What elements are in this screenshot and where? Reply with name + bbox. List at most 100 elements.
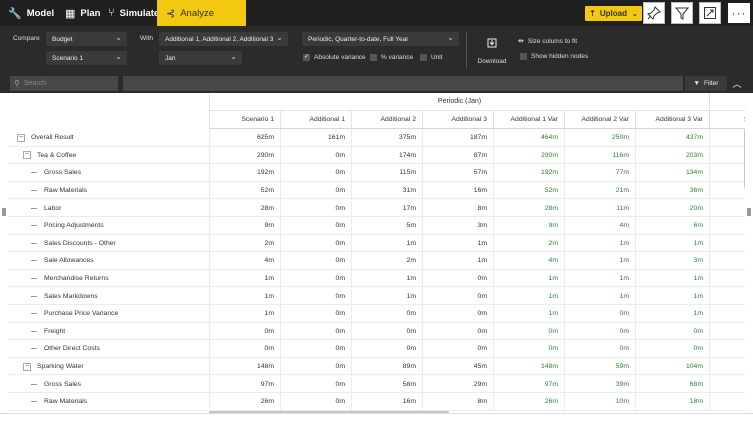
table-row[interactable]: − Sparking Water 148m 0m 89m 45m 148m 59m 104m (8, 357, 745, 376)
cell-additional-1-var[interactable]: 9m (493, 217, 564, 235)
cell-scenario-1[interactable]: 97m (209, 375, 280, 393)
cell-additional-2[interactable]: 31m (351, 181, 422, 200)
cell-additional-2[interactable]: 2m (351, 252, 422, 270)
nav-plan[interactable]: ▦ Plan (65, 0, 100, 26)
cell-scenario-next[interactable] (709, 199, 745, 217)
cell-scenario-next[interactable] (709, 129, 745, 147)
cell-additional-1[interactable]: 0m (280, 217, 351, 235)
cell-scenario-next[interactable] (709, 375, 745, 393)
cell-additional-3[interactable]: 187m (422, 129, 493, 147)
cell-scenario-1[interactable]: 26m (209, 393, 280, 411)
column-header-additional-2[interactable]: Additional 2 (351, 111, 422, 129)
cell-additional-3-var[interactable]: 20m (635, 199, 709, 217)
cell-scenario-1[interactable]: 4m (209, 252, 280, 270)
column-header-additional-1-var[interactable]: Additional 1 Var (493, 111, 564, 129)
focus-mode-button[interactable] (699, 2, 721, 24)
cell-additional-2-var[interactable]: 1m (564, 287, 635, 305)
cell-additional-3-var[interactable]: 203m (635, 146, 709, 165)
table-row[interactable]: Freight 0m 0m 0m 0m 0m 0m 0m (8, 322, 745, 341)
cell-additional-3[interactable]: 0m (422, 269, 493, 288)
cell-scenario-1[interactable]: 9m (209, 217, 280, 235)
collapse-toggle-icon[interactable]: − (17, 133, 25, 142)
cell-additional-3[interactable]: 29m (422, 375, 493, 393)
cell-additional-1-var[interactable]: 0m (493, 322, 564, 341)
cell-additional-1-var[interactable]: 290m (493, 146, 564, 165)
upload-button[interactable]: ⇡ Upload ⌄ (585, 6, 642, 21)
cell-additional-1-var[interactable]: 1m (493, 305, 564, 323)
cell-scenario-next[interactable] (709, 146, 745, 165)
cell-additional-2-var[interactable]: 11m (564, 199, 635, 217)
cell-additional-2[interactable]: 174m (351, 146, 422, 165)
cell-additional-1[interactable]: 0m (280, 269, 351, 288)
cell-additional-2[interactable]: 1m (351, 269, 422, 288)
cell-additional-1-var[interactable]: 192m (493, 164, 564, 182)
cell-additional-2-var[interactable]: 0m (564, 340, 635, 358)
cell-scenario-1[interactable]: 148m (209, 357, 280, 376)
cell-additional-2-var[interactable]: 1m (564, 269, 635, 288)
with-select[interactable]: Additional 1, Additional 2, Additional 3… (159, 32, 288, 46)
table-row[interactable]: Raw Materials 26m 0m 16m 8m 26m 10m 18m (8, 393, 745, 411)
cell-scenario-next[interactable] (709, 393, 745, 411)
percent-variance-toggle[interactable]: % variance (370, 54, 413, 61)
cell-scenario-1[interactable]: 290m (209, 146, 280, 165)
cell-scenario-1[interactable]: 1m (209, 287, 280, 305)
cell-additional-3-var[interactable]: 36m (635, 181, 709, 200)
cell-additional-1[interactable]: 0m (280, 181, 351, 200)
resize-handle-left[interactable] (2, 208, 6, 216)
column-header-additional-3[interactable]: Additional 3 (422, 111, 493, 129)
cell-additional-3[interactable]: 0m (422, 340, 493, 358)
cell-additional-2[interactable]: 89m (351, 357, 422, 376)
cell-scenario-next[interactable] (709, 269, 745, 288)
cell-additional-1[interactable]: 0m (280, 305, 351, 323)
table-row[interactable]: Pricing Adjustments 9m 0m 5m 3m 9m 4m 6m (8, 217, 745, 235)
cell-additional-3-var[interactable]: 104m (635, 357, 709, 376)
cell-additional-3-var[interactable]: 134m (635, 164, 709, 182)
cell-additional-3-var[interactable]: 18m (635, 393, 709, 411)
column-header-scenario-1[interactable]: Scenario 1 (209, 111, 280, 129)
cell-additional-2-var[interactable]: 4m (564, 217, 635, 235)
cell-additional-1[interactable]: 0m (280, 146, 351, 165)
column-header-additional-2-var[interactable]: Additional 2 Var (564, 111, 635, 129)
table-row[interactable]: Raw Materials 52m 0m 31m 16m 52m 21m 36m (8, 181, 745, 200)
cell-additional-3[interactable]: 1m (422, 234, 493, 253)
cell-scenario-1[interactable]: 0m (209, 340, 280, 358)
cell-scenario-next[interactable] (709, 322, 745, 341)
cell-additional-1[interactable]: 0m (280, 357, 351, 376)
cell-additional-3[interactable]: 8m (422, 393, 493, 411)
cell-additional-1-var[interactable]: 1m (493, 269, 564, 288)
nav-simulate[interactable]: ⑂ Simulate (108, 0, 159, 26)
cell-additional-2-var[interactable]: 0m (564, 322, 635, 341)
table-row[interactable]: Merchandise Returns 1m 0m 1m 0m 1m 1m 1m (8, 269, 745, 288)
cell-scenario-1[interactable]: 1m (209, 269, 280, 288)
cell-additional-1-var[interactable]: 26m (493, 393, 564, 411)
cell-additional-2-var[interactable]: 77m (564, 164, 635, 182)
cell-scenario-1[interactable]: 28m (209, 199, 280, 217)
search-input[interactable]: ⚲ Search (10, 76, 118, 91)
column-header-additional-1[interactable]: Additional 1 (280, 111, 351, 129)
cell-additional-2-var[interactable]: 10m (564, 393, 635, 411)
cell-additional-3[interactable]: 0m (422, 287, 493, 305)
resize-handle-right[interactable] (747, 208, 751, 216)
cell-additional-3-var[interactable]: 0m (635, 340, 709, 358)
show-hidden-nodes-toggle[interactable]: Show hidden nodes (520, 53, 588, 60)
cell-additional-1[interactable]: 0m (280, 234, 351, 253)
table-row[interactable]: Purchase Price Variance 1m 0m 0m 0m 1m 0m 1m (8, 305, 745, 323)
cell-additional-3[interactable]: 0m (422, 305, 493, 323)
cell-additional-2-var[interactable]: 21m (564, 181, 635, 200)
cell-additional-3[interactable]: 8m (422, 199, 493, 217)
cell-additional-3[interactable]: 57m (422, 164, 493, 182)
cell-scenario-next[interactable] (709, 234, 745, 253)
cell-additional-1-var[interactable]: 97m (493, 375, 564, 393)
with-period-select[interactable]: Jan ⌄ (159, 51, 242, 65)
cell-scenario-1[interactable]: 2m (209, 234, 280, 253)
cell-additional-3-var[interactable]: 1m (635, 269, 709, 288)
table-row[interactable]: − Overall Result 625m 161m 375m 187m 464m 250m 4… (8, 129, 745, 147)
cell-additional-3[interactable]: 87m (422, 146, 493, 165)
unit-toggle[interactable]: Unit (420, 54, 443, 61)
cell-scenario-next[interactable] (709, 305, 745, 323)
cell-additional-3-var[interactable]: 1m (635, 287, 709, 305)
cell-additional-2-var[interactable]: 1m (564, 234, 635, 253)
cell-additional-3[interactable]: 1m (422, 252, 493, 270)
cell-additional-3-var[interactable]: 437m (635, 129, 709, 147)
table-row[interactable]: Gross Sales 192m 0m 115m 57m 192m 77m 134m (8, 164, 745, 182)
